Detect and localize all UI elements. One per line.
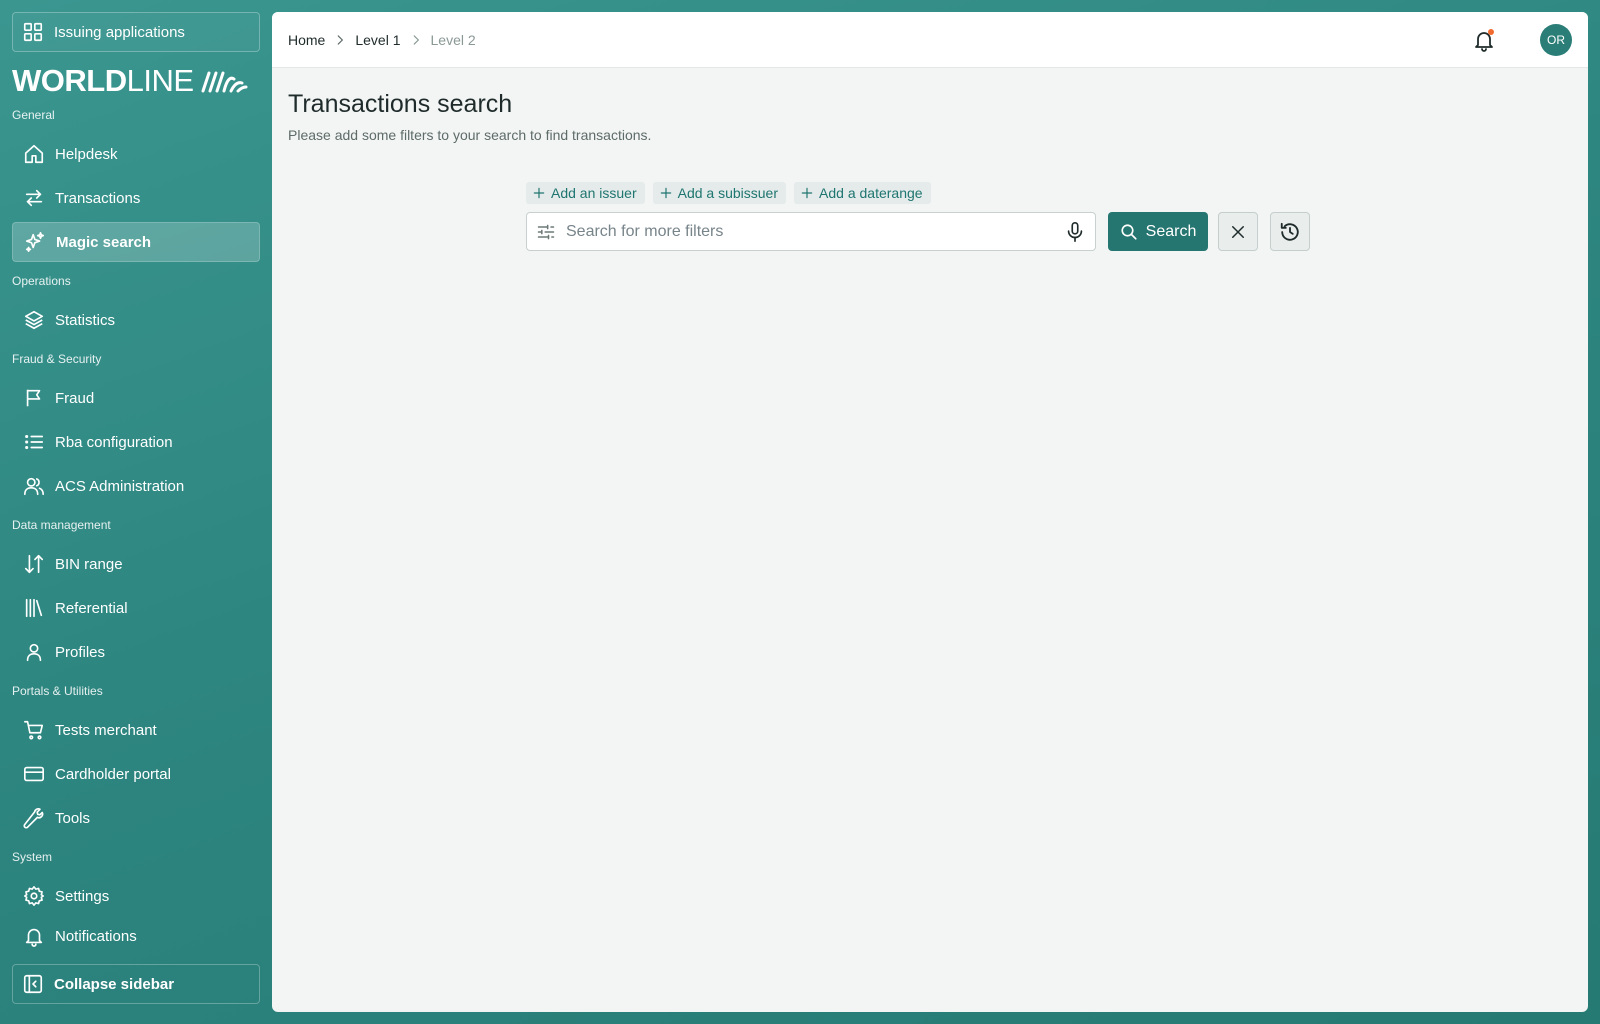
section-general: General	[12, 108, 55, 122]
page-title: Transactions search	[288, 90, 513, 118]
sidebar-item-label: Profiles	[55, 643, 106, 661]
sidebar-item-statistics[interactable]: Statistics	[12, 300, 260, 340]
add-subissuer-button[interactable]: Add a subissuer	[652, 182, 787, 204]
sparkles-icon	[25, 232, 45, 252]
collapse-sidebar-button[interactable]: Collapse sidebar	[12, 964, 260, 1004]
history-icon	[1280, 222, 1299, 241]
user-icon	[26, 643, 42, 662]
chevron-right-icon	[338, 34, 344, 45]
section-fraud-security: Fraud & Security	[12, 352, 102, 366]
add-subissuer-label: Add a subissuer	[677, 185, 779, 201]
sidebar-item-referential[interactable]: Referential	[12, 588, 260, 628]
sidebar-item-helpdesk[interactable]: Helpdesk	[12, 134, 260, 174]
app-switcher-label: Issuing applications	[54, 23, 185, 41]
sidebar-item-label: Tools	[55, 809, 91, 827]
gear-icon	[24, 886, 44, 906]
bell-icon	[25, 928, 43, 947]
sidebar-item-settings[interactable]: Settings	[12, 876, 260, 916]
library-icon	[25, 598, 43, 618]
add-issuer-label: Add an issuer	[551, 185, 637, 201]
sidebar-item-profiles[interactable]: Profiles	[12, 632, 260, 672]
sidebar-item-label: Magic search	[56, 233, 152, 251]
plus-icon	[660, 187, 671, 199]
notification-dot	[1488, 29, 1494, 35]
sidebar-item-label: Cardholder portal	[55, 765, 171, 783]
worldline-wave-icon	[201, 71, 248, 93]
sidebar-item-label: BIN range	[55, 555, 123, 573]
home-icon	[24, 144, 44, 164]
sidebar-item-tests-merchant[interactable]: Tests merchant	[12, 710, 260, 750]
sidebar-item-label: Notifications	[55, 927, 137, 945]
grid-icon	[23, 22, 43, 42]
list-icon	[25, 434, 44, 450]
search-box	[526, 212, 1096, 251]
worldline-logo: WORLDLINE	[12, 64, 248, 96]
search-history-button[interactable]	[1270, 212, 1310, 251]
breadcrumb: Home Level 1 Level 2	[288, 32, 476, 48]
search-icon	[1121, 223, 1137, 240]
clear-search-button[interactable]	[1218, 212, 1258, 251]
logo-text-bold: WORLD	[12, 62, 127, 98]
page-subtitle: Please add some filters to your search t…	[288, 127, 652, 143]
chevron-right-icon	[413, 34, 419, 45]
search-button-label: Search	[1145, 222, 1197, 240]
section-operations: Operations	[12, 274, 71, 288]
sidebar-item-bin-range[interactable]: BIN range	[12, 544, 260, 584]
wrench-icon	[23, 808, 44, 829]
search-input[interactable]	[566, 222, 1064, 241]
close-icon	[1232, 225, 1244, 238]
sidebar-item-notifications[interactable]: Notifications	[12, 916, 260, 956]
sidebar-item-tools[interactable]: Tools	[12, 798, 260, 838]
plus-icon	[533, 187, 545, 199]
cart-icon	[24, 720, 44, 740]
breadcrumb-level-1[interactable]: Level 1	[355, 32, 400, 48]
sidebar-item-rba-configuration[interactable]: Rba configuration	[12, 422, 260, 462]
section-system: System	[12, 850, 53, 864]
section-portals-utilities: Portals & Utilities	[12, 684, 103, 698]
app-switcher-button[interactable]: Issuing applications	[12, 12, 260, 52]
microphone-icon[interactable]	[1064, 221, 1086, 243]
layers-icon	[24, 310, 44, 330]
credit-card-icon	[24, 766, 44, 782]
sort-arrows-icon	[24, 554, 44, 574]
avatar[interactable]: OR	[1540, 24, 1572, 56]
sidebar-item-fraud[interactable]: Fraud	[12, 378, 260, 418]
search-button[interactable]: Search	[1108, 212, 1208, 251]
flag-icon	[26, 389, 41, 407]
top-bar: Home Level 1 Level 2 OR	[272, 12, 1588, 68]
logo-text-light: LINE	[126, 62, 194, 98]
sidebar-item-label: Rba configuration	[55, 433, 173, 451]
breadcrumb-home[interactable]: Home	[288, 32, 325, 48]
breadcrumb-level-2: Level 2	[430, 31, 476, 48]
sidebar-item-label: Fraud	[55, 389, 95, 407]
main-panel: Home Level 1 Level 2 OR Transactions sea…	[272, 12, 1588, 1012]
plus-icon	[801, 187, 813, 199]
sidebar-item-label: Helpdesk	[55, 145, 118, 163]
filter-sliders-icon[interactable]	[536, 222, 556, 242]
users-icon	[24, 477, 44, 496]
sidebar: Issuing applications WORLDLINE General H…	[0, 0, 272, 1024]
sidebar-item-label: Tests merchant	[55, 721, 157, 739]
arrows-exchange-icon	[25, 189, 43, 207]
sidebar-item-cardholder-portal[interactable]: Cardholder portal	[12, 754, 260, 794]
notifications-button[interactable]	[1472, 28, 1496, 52]
sidebar-item-label: Settings	[55, 887, 110, 905]
sidebar-item-transactions[interactable]: Transactions	[12, 178, 260, 218]
add-issuer-button[interactable]: Add an issuer	[526, 182, 645, 204]
sidebar-item-label: Transactions	[55, 189, 141, 207]
add-daterange-label: Add a daterange	[819, 185, 923, 201]
sidebar-item-label: ACS Administration	[55, 477, 185, 495]
sidebar-item-magic-search[interactable]: Magic search	[12, 222, 260, 262]
add-daterange-button[interactable]: Add a daterange	[794, 182, 931, 204]
filter-chips: Add an issuer Add a subissuer Add a date…	[526, 182, 931, 204]
sidebar-item-label: Statistics	[55, 311, 116, 329]
sidebar-collapse-icon	[23, 974, 43, 994]
sidebar-item-acs-administration[interactable]: ACS Administration	[12, 466, 260, 506]
collapse-sidebar-label: Collapse sidebar	[54, 975, 175, 993]
section-data-management: Data management	[12, 518, 111, 532]
sidebar-item-label: Referential	[55, 599, 128, 617]
